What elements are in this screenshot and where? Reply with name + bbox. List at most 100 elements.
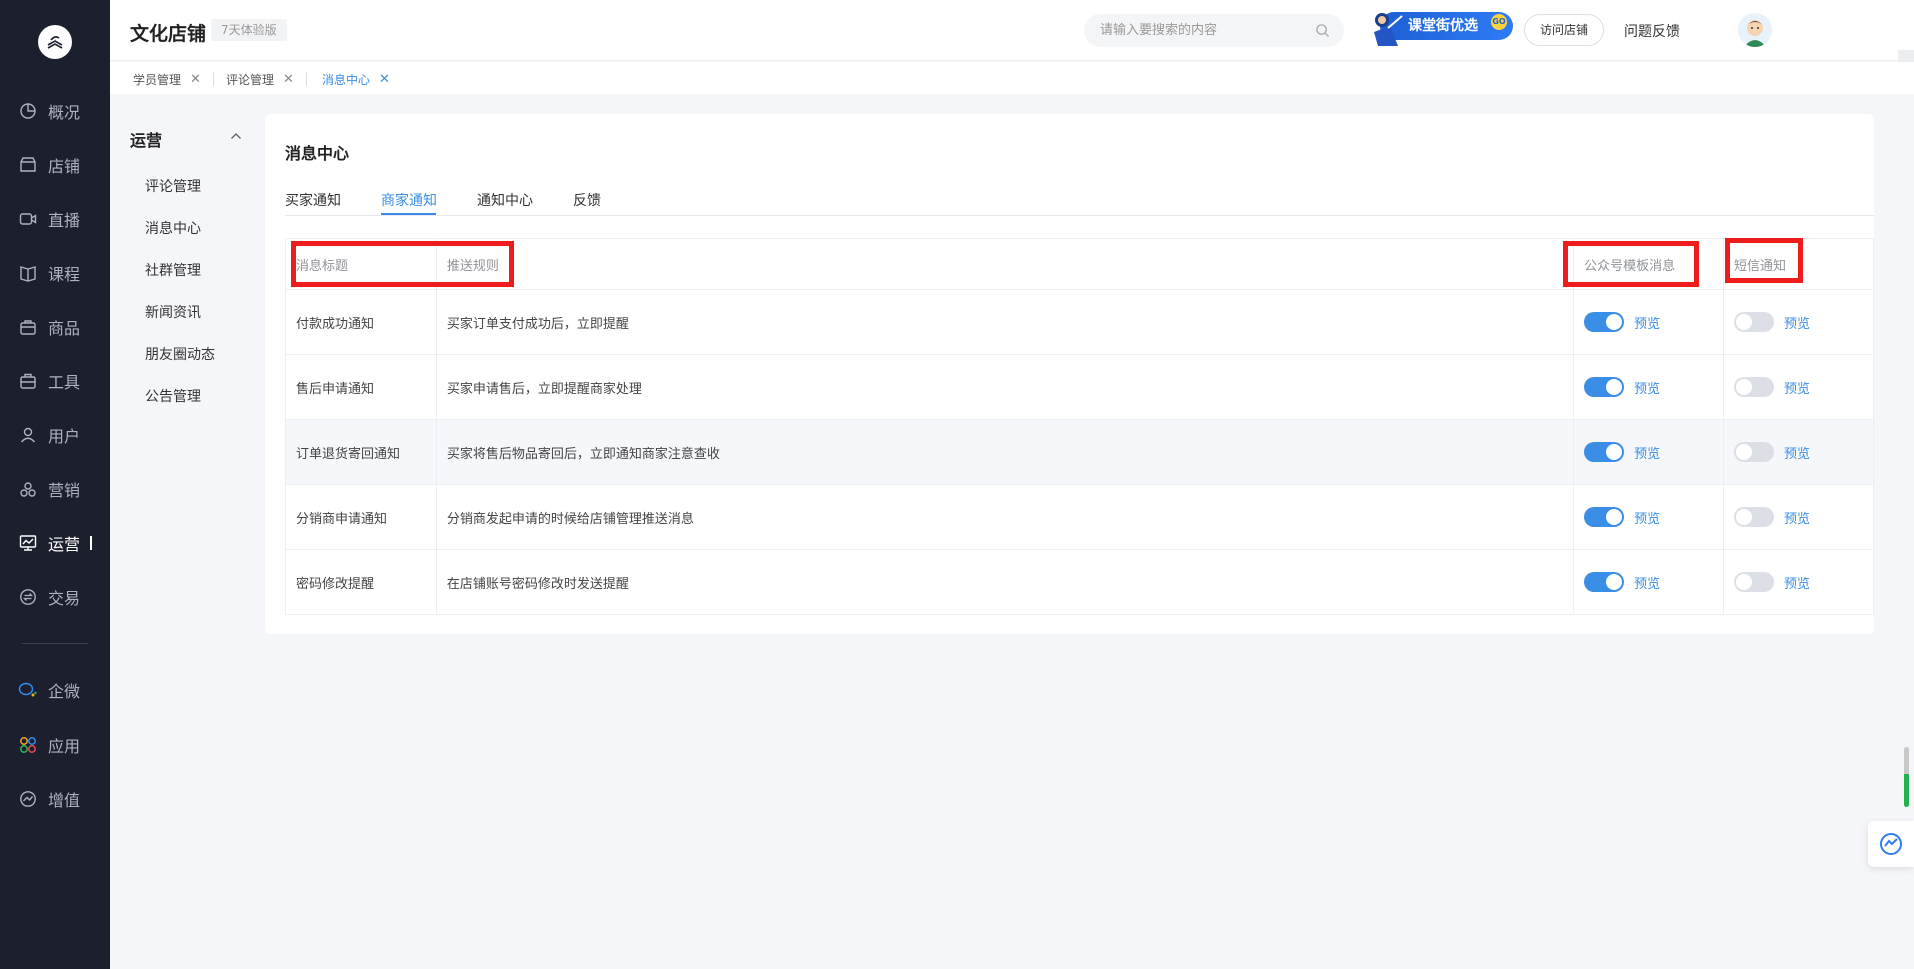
preview-link[interactable]: 预览 <box>1634 378 1660 397</box>
wechat-cell: 预览 <box>1573 419 1725 485</box>
avatar[interactable] <box>1738 13 1772 47</box>
sub-item-message-center[interactable]: 消息中心 <box>145 218 201 238</box>
close-icon[interactable]: ✕ <box>190 72 201 87</box>
preview-link[interactable]: 预览 <box>1784 313 1810 332</box>
preview-link[interactable]: 预览 <box>1634 313 1660 332</box>
nav-label: 直播 <box>48 211 81 230</box>
search-input[interactable] <box>1100 14 1310 47</box>
open-tab-comment-mgmt[interactable]: 评论管理 ✕ <box>226 71 294 88</box>
preview-link[interactable]: 预览 <box>1634 508 1660 527</box>
push-rule: 买家订单支付成功后，立即提醒 <box>435 289 1575 355</box>
nav-label: 工具 <box>48 373 81 392</box>
visit-shop-button[interactable]: 访问店铺 <box>1524 14 1604 46</box>
operation-icon <box>18 533 38 553</box>
nav-item-goods[interactable]: 商品 <box>0 307 110 347</box>
sub-item-announcement[interactable]: 公告管理 <box>145 386 201 406</box>
promo-banner[interactable]: 课堂街优选 GO <box>1368 8 1513 46</box>
preview-link[interactable]: 预览 <box>1634 573 1660 592</box>
nav-label: 店铺 <box>48 157 81 176</box>
merchant-notice-table: 消息标题 推送规则 公众号模板消息 短信通知 付款成功通知 买家订单支付成功后，… <box>285 238 1874 615</box>
nav-item-value-added[interactable]: 增值 <box>0 779 110 819</box>
push-rule: 买家将售后物品寄回后，立即通知商家注意查收 <box>435 419 1575 485</box>
sms-cell: 预览 <box>1723 484 1874 550</box>
sms-cell: 预览 <box>1723 289 1874 355</box>
sms-toggle[interactable] <box>1734 442 1775 462</box>
nav-item-store[interactable]: 店铺 <box>0 145 110 185</box>
open-tab-label: 评论管理 <box>226 73 275 87</box>
sms-toggle[interactable] <box>1734 507 1775 527</box>
table-row: 密码修改提醒 在店铺账号密码修改时发送提醒 预览 预览 <box>285 549 1874 615</box>
open-tabs-bar: 学员管理 ✕ 评论管理 ✕ 消息中心 ✕ <box>110 62 1914 94</box>
preview-link[interactable]: 预览 <box>1634 443 1660 462</box>
nav-item-course[interactable]: 课程 <box>0 253 110 293</box>
nav-label: 运营 <box>48 535 81 554</box>
preview-link[interactable]: 预览 <box>1784 443 1810 462</box>
sub-item-comment-mgmt[interactable]: 评论管理 <box>145 176 201 196</box>
customer-service-button[interactable] <box>1868 821 1914 867</box>
header-push-rule: 推送规则 <box>435 238 1575 290</box>
tab-buyer-notice[interactable]: 买家通知 <box>285 190 341 210</box>
nav-item-marketing[interactable]: 营销 <box>0 469 110 509</box>
shop-name: 文化店铺 <box>130 23 207 45</box>
tab-merchant-notice[interactable]: 商家通知 <box>381 190 437 210</box>
feedback-link[interactable]: 问题反馈 <box>1624 21 1680 41</box>
nav-item-apps[interactable]: 应用 <box>0 725 110 765</box>
sms-toggle[interactable] <box>1734 312 1775 332</box>
chevron-up-icon[interactable] <box>230 131 242 141</box>
push-rule: 在店铺账号密码修改时发送提醒 <box>435 549 1575 615</box>
nav-item-live[interactable]: 直播 <box>0 199 110 239</box>
wechat-toggle[interactable] <box>1584 377 1625 397</box>
preview-link[interactable]: 预览 <box>1784 378 1810 397</box>
sms-toggle[interactable] <box>1734 572 1775 592</box>
annotation-box-title-rule <box>291 241 514 287</box>
annotation-box-sms <box>1725 238 1803 283</box>
nav-label: 营销 <box>48 481 81 500</box>
nav-label: 概况 <box>48 103 81 122</box>
annotation-box-wechat <box>1563 241 1699 287</box>
search-icon[interactable] <box>1315 23 1330 38</box>
user-icon <box>18 425 38 445</box>
push-rule: 买家申请售后，立即提醒商家处理 <box>435 354 1575 420</box>
sub-item-moments[interactable]: 朋友圈动态 <box>145 344 215 364</box>
tab-feedback[interactable]: 反馈 <box>573 190 601 210</box>
app-logo[interactable] <box>38 25 72 59</box>
nav-item-tools[interactable]: 工具 <box>0 361 110 401</box>
preview-link[interactable]: 预览 <box>1784 508 1810 527</box>
nav-label: 企微 <box>48 682 81 701</box>
open-tab-message-center[interactable]: 消息中心 ✕ <box>322 71 390 88</box>
open-tab-student-mgmt[interactable]: 学员管理 ✕ <box>133 71 201 88</box>
scroll-indicator[interactable] <box>1904 747 1909 807</box>
wechat-toggle[interactable] <box>1584 507 1625 527</box>
apps-icon <box>18 735 38 755</box>
toolbox-icon <box>18 371 38 391</box>
nav-label: 用户 <box>48 427 81 446</box>
message-title: 付款成功通知 <box>285 289 437 355</box>
nav-item-operation[interactable]: 运营 <box>0 523 110 563</box>
sub-sidebar-heading[interactable]: 运营 <box>130 127 162 151</box>
message-title: 密码修改提醒 <box>285 549 437 615</box>
sms-toggle[interactable] <box>1734 377 1775 397</box>
wechat-toggle[interactable] <box>1584 442 1625 462</box>
push-rule: 分销商发起申请的时候给店铺管理推送消息 <box>435 484 1575 550</box>
wechat-toggle[interactable] <box>1584 572 1625 592</box>
table-row: 分销商申请通知 分销商发起申请的时候给店铺管理推送消息 预览 预览 <box>285 484 1874 550</box>
sub-item-news[interactable]: 新闻资讯 <box>145 302 201 322</box>
nav-item-trade[interactable]: 交易 <box>0 577 110 617</box>
nav-item-overview[interactable]: 概况 <box>0 91 110 131</box>
sms-cell: 预览 <box>1723 354 1874 420</box>
preview-link[interactable]: 预览 <box>1784 573 1810 592</box>
sms-cell: 预览 <box>1723 549 1874 615</box>
sub-item-community-mgmt[interactable]: 社群管理 <box>145 260 201 280</box>
page-title: 消息中心 <box>285 144 350 163</box>
close-icon[interactable]: ✕ <box>379 72 390 87</box>
nav-item-user[interactable]: 用户 <box>0 415 110 455</box>
nav-item-wecom[interactable]: 企微 <box>0 670 110 710</box>
message-title: 分销商申请通知 <box>285 484 437 550</box>
message-title: 售后申请通知 <box>285 354 437 420</box>
wechat-toggle[interactable] <box>1584 312 1625 332</box>
sms-cell: 预览 <box>1723 419 1874 485</box>
tab-notice-center[interactable]: 通知中心 <box>477 190 533 210</box>
search-box <box>1084 14 1344 47</box>
main-sidebar: 概况 店铺 直播 课程 商品 工具 用户 营销 运营 交易 企微 应用 增值 <box>0 0 110 969</box>
close-icon[interactable]: ✕ <box>283 72 294 87</box>
